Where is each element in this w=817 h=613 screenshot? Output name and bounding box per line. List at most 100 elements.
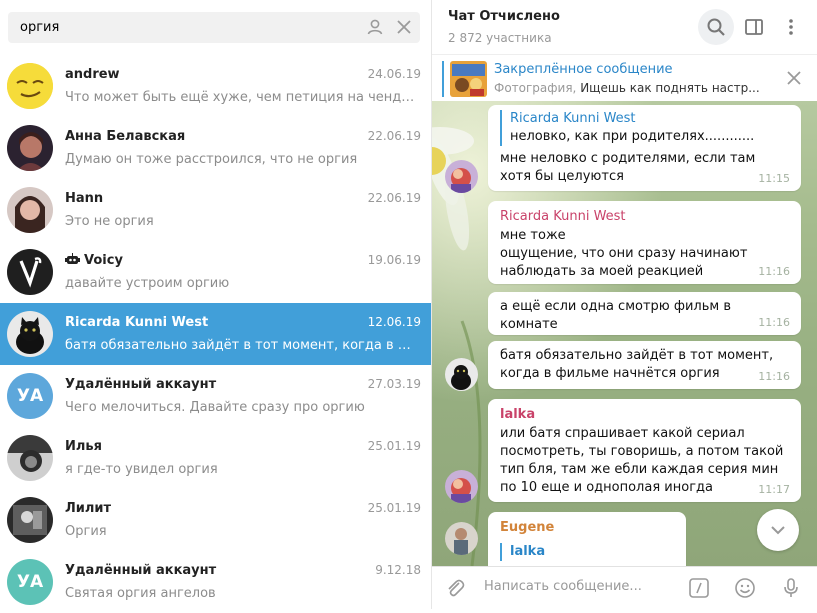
chat-date: 24.06.19 bbox=[367, 67, 421, 81]
chat-preview: Думаю он тоже расстроился, что не оргия bbox=[65, 152, 358, 167]
pinned-thumbnail bbox=[450, 61, 487, 97]
search-bar bbox=[8, 12, 420, 43]
chat-row-voicy[interactable]: Voicy 19.06.19 давайте устроим оргию bbox=[0, 241, 431, 303]
message-bubble[interactable]: Ricarda Kunni West неловко, как при роди… bbox=[488, 105, 801, 191]
chat-row-deleted-account-2[interactable]: УА Удалённый аккаунт 9.12.18 Святая орги… bbox=[0, 551, 431, 613]
chat-name: Анна Белавская bbox=[65, 129, 186, 144]
message-sender: lalka bbox=[500, 407, 536, 422]
message-bubble[interactable]: lalka или батя спрашивает какой сериал п… bbox=[488, 399, 801, 502]
chat-row-ricarda[interactable]: Ricarda Kunni West 12.06.19 батя обязате… bbox=[0, 303, 431, 365]
message-text: а ещё если одна смотрю фильм в комнате bbox=[500, 299, 731, 332]
message-input[interactable] bbox=[484, 579, 674, 594]
chat-name: andrew bbox=[65, 67, 120, 82]
search-icon[interactable] bbox=[698, 9, 734, 45]
reply-preview[interactable]: lalka bbox=[500, 543, 674, 561]
avatar bbox=[7, 63, 53, 109]
close-icon[interactable] bbox=[785, 69, 803, 87]
message-time: 11:16 bbox=[758, 316, 790, 329]
avatar bbox=[7, 125, 53, 171]
message-time: 11:16 bbox=[758, 265, 790, 278]
chat-name: Hann bbox=[65, 191, 104, 206]
chat-preview: Это не оргия bbox=[65, 214, 154, 229]
avatar bbox=[7, 249, 53, 295]
avatar-initials: УА bbox=[16, 572, 44, 592]
chat-preview: я где-то увидел оргия bbox=[65, 462, 218, 477]
more-menu-icon[interactable] bbox=[773, 9, 809, 45]
attach-icon[interactable] bbox=[444, 577, 466, 599]
message-bubble[interactable]: Ricarda Kunni West мне тоже ощущение, чт… bbox=[488, 201, 801, 284]
scroll-down-button[interactable] bbox=[757, 509, 799, 551]
chat-date: 19.06.19 bbox=[367, 253, 421, 267]
message-composer bbox=[432, 566, 817, 610]
pinned-title: Закреплённое сообщение bbox=[494, 62, 673, 77]
chat-preview: Что может быть ещё хуже, чем петиция на … bbox=[65, 90, 420, 105]
chat-header[interactable]: Чат Отчислено 2 872 участника bbox=[432, 0, 817, 54]
message-text: мне неловко с родителями, если там хотя … bbox=[500, 151, 756, 184]
chat-date: 27.03.19 bbox=[367, 377, 421, 391]
chevron-down-icon bbox=[771, 526, 785, 535]
microphone-icon[interactable] bbox=[780, 577, 802, 599]
message-time: 11:16 bbox=[758, 370, 790, 383]
avatar bbox=[7, 435, 53, 481]
message-area[interactable]: Ricarda Kunni West неловко, как при роди… bbox=[432, 101, 817, 566]
chat-date: 12.06.19 bbox=[367, 315, 421, 329]
sender-avatar[interactable] bbox=[445, 522, 478, 555]
avatar bbox=[7, 187, 53, 233]
chat-name: Удалённый аккаунт bbox=[65, 377, 217, 392]
chat-row-anna[interactable]: Анна Белавская 22.06.19 Думаю он тоже ра… bbox=[0, 117, 431, 179]
chat-row-hann[interactable]: Hann 22.06.19 Это не оргия bbox=[0, 179, 431, 241]
message-time: 11:17 bbox=[758, 483, 790, 496]
chat-row-lilit[interactable]: Лилит 25.01.19 Оргия bbox=[0, 489, 431, 551]
chat-name: Voicy bbox=[65, 253, 123, 269]
user-icon[interactable] bbox=[366, 18, 384, 36]
sender-avatar[interactable] bbox=[445, 358, 478, 391]
chat-name: Илья bbox=[65, 439, 102, 454]
chat-preview: Оргия bbox=[65, 524, 107, 539]
pinned-text: Фотография, Ищешь как поднять настр... bbox=[494, 81, 764, 95]
sender-avatar[interactable] bbox=[445, 160, 478, 193]
message-text: или батя спрашивает какой сериал посмотр… bbox=[500, 426, 784, 495]
search-input[interactable] bbox=[20, 12, 350, 43]
reply-sender: lalka bbox=[510, 544, 546, 559]
avatar bbox=[7, 311, 53, 357]
chat-date: 9.12.18 bbox=[375, 563, 421, 577]
chat-date: 22.06.19 bbox=[367, 129, 421, 143]
message-sender: Ricarda Kunni West bbox=[500, 209, 626, 224]
pinned-body: Ищешь как поднять настр... bbox=[580, 81, 760, 95]
avatar-initials: УА bbox=[16, 386, 44, 406]
avatar: УА bbox=[7, 373, 53, 419]
chat-name-label: Voicy bbox=[84, 253, 123, 268]
chat-date: 25.01.19 bbox=[367, 501, 421, 515]
avatar bbox=[7, 497, 53, 543]
reply-preview[interactable]: Ricarda Kunni West неловко, как при роди… bbox=[500, 110, 789, 146]
member-count: 2 872 участника bbox=[448, 31, 552, 45]
chat-date: 25.01.19 bbox=[367, 439, 421, 453]
bot-command-icon[interactable] bbox=[688, 577, 710, 599]
message-bubble[interactable]: Eugene lalka bbox=[488, 512, 686, 566]
message-bubble[interactable]: а ещё если одна смотрю фильм в комнате 1… bbox=[488, 292, 801, 335]
bot-icon bbox=[65, 253, 80, 269]
chat-list-panel: andrew 24.06.19 Что может быть ещё хуже,… bbox=[0, 0, 432, 609]
chat-preview: давайте устроим оргию bbox=[65, 276, 230, 291]
pinned-prefix: Фотография, bbox=[494, 81, 577, 95]
sender-avatar[interactable] bbox=[445, 470, 478, 503]
pinned-accent-bar bbox=[442, 61, 444, 97]
reply-text: неловко, как при родителях............ bbox=[510, 129, 755, 144]
message-text: батя обязательно зайдёт в тот момент, ко… bbox=[500, 348, 774, 381]
chat-row-ilya[interactable]: Илья 25.01.19 я где-то увидел оргия bbox=[0, 427, 431, 489]
reply-sender: Ricarda Kunni West bbox=[510, 111, 636, 126]
chat-name: Ricarda Kunni West bbox=[65, 315, 209, 330]
message-text: мне тоже ощущение, что они сразу начинаю… bbox=[500, 228, 748, 279]
emoji-icon[interactable] bbox=[734, 577, 756, 599]
chat-preview: батя обязательно зайдёт в тот момент, ко… bbox=[65, 338, 420, 353]
message-time: 11:15 bbox=[758, 172, 790, 185]
message-sender: Eugene bbox=[500, 520, 555, 535]
chat-preview: Чего мелочиться. Давайте сразу про оргию bbox=[65, 400, 365, 415]
chat-row-deleted-account[interactable]: УА Удалённый аккаунт 27.03.19 Чего мелоч… bbox=[0, 365, 431, 427]
chat-preview: Святая оргия ангелов bbox=[65, 586, 216, 601]
clear-search-icon[interactable] bbox=[395, 18, 413, 36]
sidebar-toggle-icon[interactable] bbox=[736, 9, 772, 45]
message-bubble[interactable]: батя обязательно зайдёт в тот момент, ко… bbox=[488, 341, 801, 389]
chat-row-andrew[interactable]: andrew 24.06.19 Что может быть ещё хуже,… bbox=[0, 55, 431, 117]
pinned-message[interactable]: Закреплённое сообщение Фотография, Ищешь… bbox=[432, 54, 817, 103]
